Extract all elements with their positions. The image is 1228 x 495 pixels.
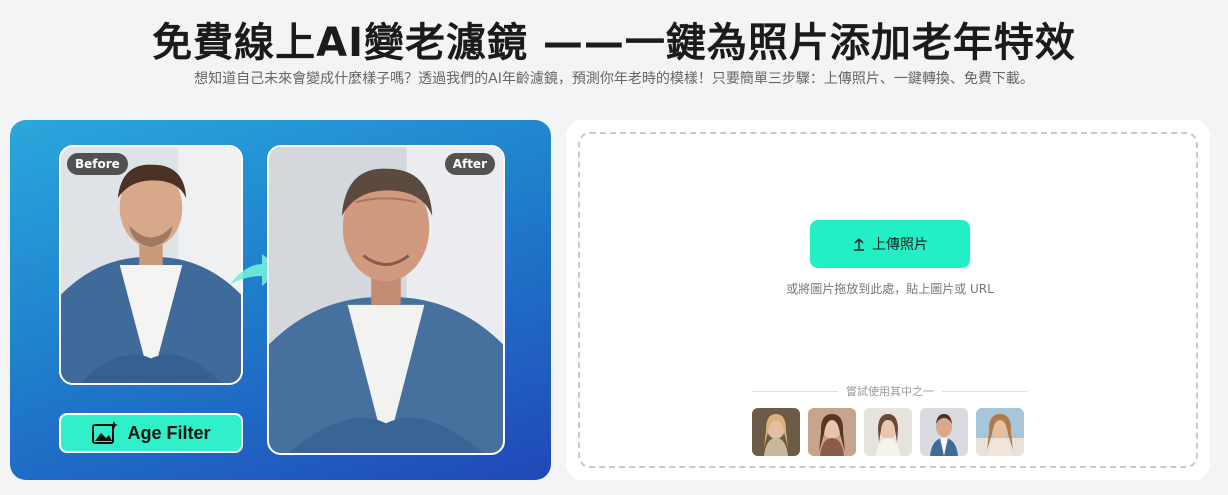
sample-photo-4[interactable]	[920, 408, 968, 456]
after-badge: After	[444, 153, 495, 175]
divider-line-left	[752, 390, 838, 392]
upload-card: 上傳照片 或將圖片拖放到此處，貼上圖片或 URL 嘗試使用其中之一	[566, 120, 1210, 480]
try-samples-divider: 嘗試使用其中之一	[752, 384, 1028, 398]
page-subtitle: 想知道自己未來會變成什麼樣子嗎？透過我們的AI年齡濾鏡，預測你年老時的模樣！只要…	[194, 71, 1034, 87]
sample-photo-1[interactable]	[752, 408, 800, 456]
before-photo: Before	[59, 145, 243, 385]
page-title: 免費線上AI變老濾鏡 ——一鍵為照片添加老年特效	[152, 20, 1076, 66]
sample-photo-3[interactable]	[864, 408, 912, 456]
sample-photos	[752, 408, 1028, 456]
upload-dropzone[interactable]: 上傳照片 或將圖片拖放到此處，貼上圖片或 URL 嘗試使用其中之一	[578, 132, 1198, 468]
upload-photo-button[interactable]: 上傳照片	[810, 220, 970, 268]
try-samples-label: 嘗試使用其中之一	[846, 385, 934, 398]
sample-photo-5[interactable]	[976, 408, 1024, 456]
after-photo: After	[267, 145, 505, 455]
sample-photo-2[interactable]	[808, 408, 856, 456]
before-after-showcase: Before After Age Filter	[10, 120, 551, 480]
age-filter-label: Age Filter	[59, 413, 243, 453]
upload-arrow-icon	[854, 237, 864, 251]
drop-hint-text: 或將圖片拖放到此處，貼上圖片或 URL	[786, 282, 994, 296]
divider-line-right	[942, 390, 1028, 392]
aged-man-portrait	[269, 147, 503, 453]
age-filter-text: Age Filter	[127, 422, 211, 443]
young-man-portrait	[61, 147, 241, 383]
before-badge: Before	[67, 153, 128, 175]
upload-photo-label: 上傳照片	[872, 236, 928, 252]
image-sparkle-icon	[92, 421, 119, 444]
